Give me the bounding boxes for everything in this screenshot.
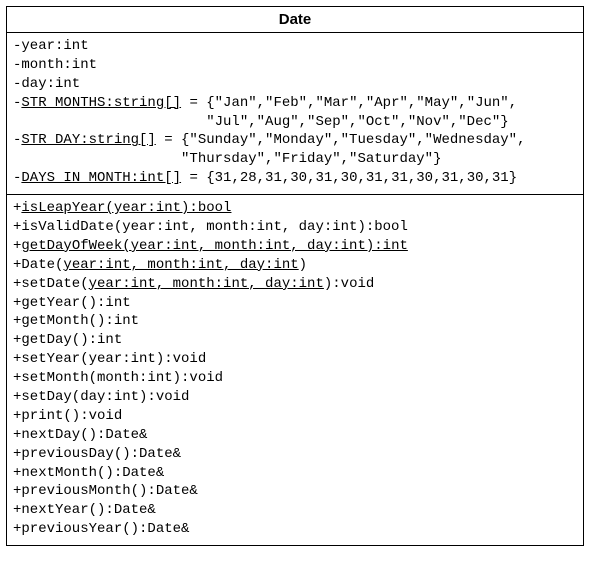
- op-nextmonth: +nextMonth():Date&: [13, 464, 577, 483]
- ctor-params: year:int, month:int, day:int: [63, 257, 298, 273]
- ctor-b: ): [299, 257, 307, 273]
- uml-class-date: Date -year:int -month:int -day:int -STR …: [6, 6, 584, 546]
- value: = {"Jan","Feb","Mar","Apr","May","Jun",: [181, 95, 517, 111]
- op-nextday: +nextDay():Date&: [13, 426, 577, 445]
- static-op: getDayOfWeek(year:int, month:int, day:in…: [21, 238, 407, 254]
- attr-day: -day:int: [13, 75, 577, 94]
- op-nextyear: +nextYear():Date&: [13, 501, 577, 520]
- op-getyear: +getYear():int: [13, 294, 577, 313]
- attributes-section: -year:int -month:int -day:int -STR MONTH…: [7, 33, 583, 194]
- op-isvaliddate: +isValidDate(year:int, month:int, day:in…: [13, 218, 577, 237]
- op-getmonth: +getMonth():int: [13, 312, 577, 331]
- op-previousday: +previousDay():Date&: [13, 445, 577, 464]
- static-name: STR DAY:string[]: [21, 132, 155, 148]
- op-getdayofweek: +getDayOfWeek(year:int, month:int, day:i…: [13, 237, 577, 256]
- op-previousyear: +previousYear():Date&: [13, 520, 577, 539]
- op-setday: +setDay(day:int):void: [13, 388, 577, 407]
- class-title: Date: [7, 7, 583, 33]
- setdate-params: year:int, month:int, day:int: [89, 276, 324, 292]
- setdate-b: ):void: [324, 276, 374, 292]
- value: = {31,28,31,30,31,30,31,31,30,31,30,31}: [181, 170, 517, 186]
- op-print: +print():void: [13, 407, 577, 426]
- attr-str-months: -STR MONTHS:string[] = {"Jan","Feb","Mar…: [13, 94, 577, 113]
- static-op: isLeapYear(year:int):bool: [21, 200, 231, 216]
- attr-year: -year:int: [13, 37, 577, 56]
- static-name: DAYS IN MONTH:int[]: [21, 170, 181, 186]
- value: = {"Sunday","Monday","Tuesday","Wednesda…: [156, 132, 526, 148]
- attr-days-in-month: -DAYS IN MONTH:int[] = {31,28,31,30,31,3…: [13, 169, 577, 188]
- op-setyear: +setYear(year:int):void: [13, 350, 577, 369]
- op-ctor: +Date(year:int, month:int, day:int): [13, 256, 577, 275]
- methods-section: +isLeapYear(year:int):bool +isValidDate(…: [7, 194, 583, 545]
- op-isleapyear: +isLeapYear(year:int):bool: [13, 199, 577, 218]
- ctor-a: +Date(: [13, 257, 63, 273]
- op-setmonth: +setMonth(month:int):void: [13, 369, 577, 388]
- static-name: STR MONTHS:string[]: [21, 95, 181, 111]
- op-previousmonth: +previousMonth():Date&: [13, 482, 577, 501]
- op-setdate: +setDate(year:int, month:int, day:int):v…: [13, 275, 577, 294]
- attr-str-months-cont: "Jul","Aug","Sep","Oct","Nov","Dec"}: [13, 113, 577, 132]
- attr-str-day-cont: "Thursday","Friday","Saturday"}: [13, 150, 577, 169]
- setdate-a: +setDate(: [13, 276, 89, 292]
- attr-str-day: -STR DAY:string[] = {"Sunday","Monday","…: [13, 131, 577, 150]
- op-getday: +getDay():int: [13, 331, 577, 350]
- attr-month: -month:int: [13, 56, 577, 75]
